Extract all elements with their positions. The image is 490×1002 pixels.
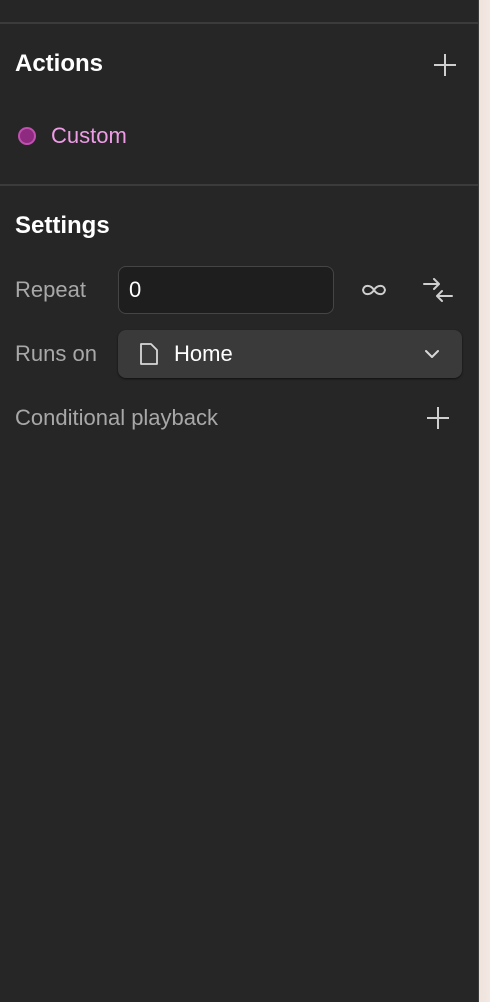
conditional-playback-label: Conditional playback — [15, 405, 219, 430]
runs-on-select[interactable]: Home — [118, 330, 462, 378]
add-action-button[interactable] — [430, 50, 460, 80]
arrows-inward-icon — [422, 278, 454, 302]
actions-title: Actions — [15, 50, 104, 77]
file-icon — [138, 341, 160, 367]
interactions-panel: Actions Custom Settings Repeat Runs on — [0, 0, 478, 1002]
canvas-edge — [478, 0, 490, 1002]
collapse-repeat-button[interactable] — [420, 274, 456, 306]
infinite-repeat-button[interactable] — [356, 274, 392, 306]
top-divider — [0, 22, 478, 24]
plus-icon — [426, 406, 450, 430]
runs-on-label: Runs on — [15, 341, 97, 366]
infinity-icon — [360, 282, 388, 298]
runs-on-value: Home — [174, 341, 233, 366]
add-condition-button[interactable] — [423, 403, 453, 433]
action-color-dot — [18, 127, 36, 145]
chevron-down-icon — [424, 346, 440, 362]
repeat-input[interactable] — [118, 266, 334, 314]
repeat-label: Repeat — [15, 277, 86, 302]
action-item-label: Custom — [51, 123, 127, 148]
section-divider — [0, 184, 478, 186]
action-item-custom[interactable]: Custom — [18, 120, 127, 152]
plus-icon — [433, 53, 457, 77]
settings-title: Settings — [15, 212, 110, 239]
